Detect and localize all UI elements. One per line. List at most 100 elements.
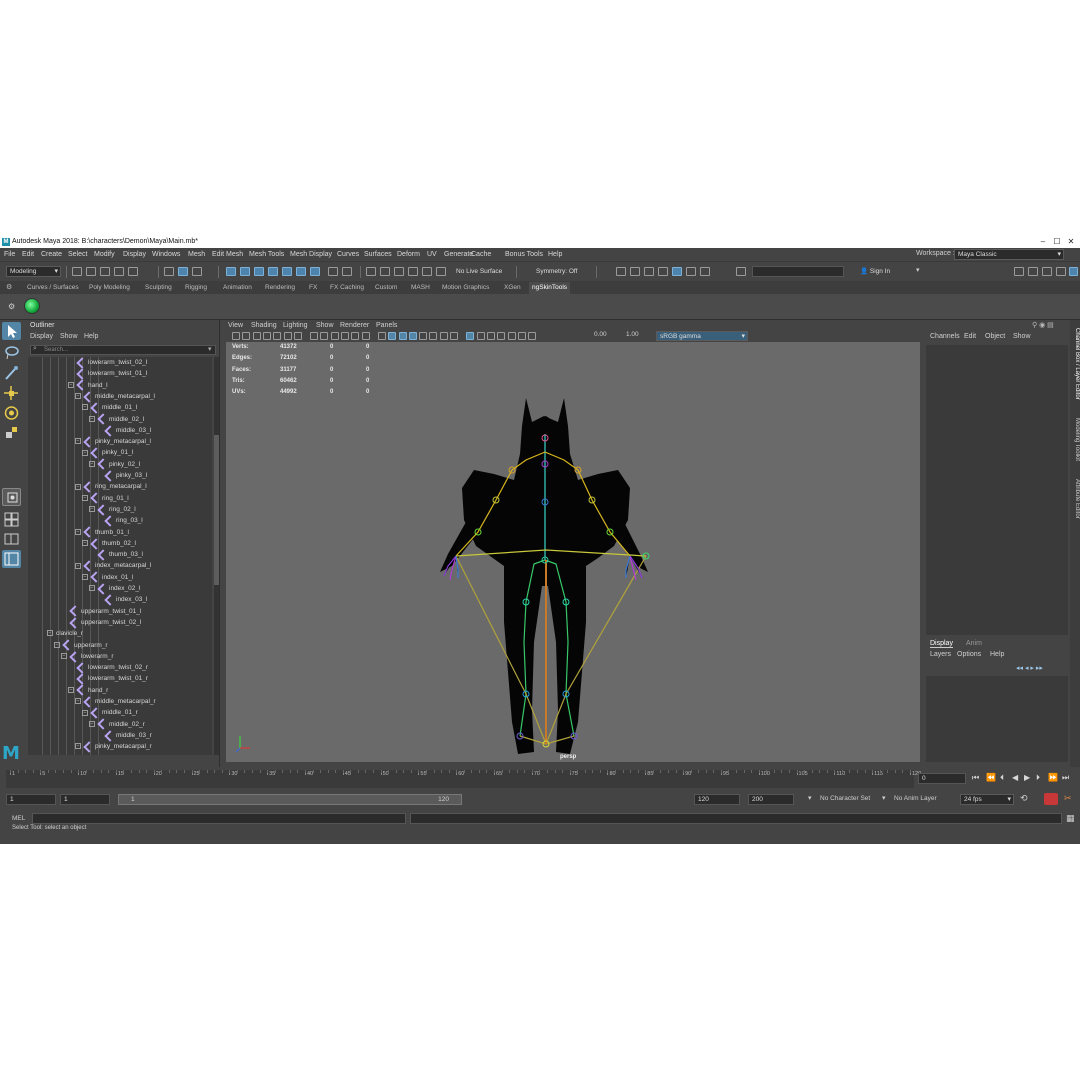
exposure-value[interactable]: 0.00 xyxy=(594,331,607,338)
outliner-row[interactable]: − middle_02_l xyxy=(89,414,144,425)
expand-toggle-icon[interactable]: − xyxy=(75,393,81,400)
tab-anim-layers[interactable]: Anim xyxy=(966,640,982,647)
outliner-row[interactable]: − pinky_metacarpal_r xyxy=(75,741,152,752)
hypershade-icon[interactable] xyxy=(436,267,446,276)
timeline-bar[interactable]: 1 5 10 15 20 25 30 35 40 45 50 55 60 65 70 75 80 85 90 95 10… xyxy=(6,770,921,788)
expand-toggle-icon[interactable]: − xyxy=(47,630,53,637)
expand-toggle-icon[interactable]: − xyxy=(75,698,81,705)
expand-toggle-icon[interactable]: − xyxy=(89,506,95,513)
menu-help[interactable]: Help xyxy=(548,248,562,261)
shelf-tab-curves-surfaces[interactable]: Curves / Surfaces xyxy=(24,282,82,294)
character-set-icon[interactable]: ▾ xyxy=(808,794,812,802)
shelf-tab-rendering[interactable]: Rendering xyxy=(262,282,298,294)
bookmark-icon[interactable] xyxy=(252,332,261,340)
channel-menu-object[interactable]: Object xyxy=(985,333,1005,340)
menu-file[interactable]: File xyxy=(4,248,15,261)
expand-toggle-icon[interactable]: − xyxy=(89,585,95,592)
image-plane-icon[interactable] xyxy=(262,332,271,340)
menu-mesh-tools[interactable]: Mesh Tools xyxy=(249,248,284,261)
move-tool-icon[interactable] xyxy=(2,384,21,402)
layout-split-icon[interactable] xyxy=(2,530,21,548)
shelf-tab-motion-graphics[interactable]: Motion Graphics xyxy=(439,282,492,294)
render-settings-icon[interactable] xyxy=(422,267,432,276)
anti-aliasing-icon[interactable] xyxy=(476,332,485,340)
close-button[interactable]: ✕ xyxy=(1064,236,1078,248)
layout-toggle-icon[interactable] xyxy=(1028,267,1038,276)
playback-start-field[interactable]: 1 xyxy=(60,794,110,805)
outliner-row[interactable]: −middle_03_l xyxy=(96,425,151,436)
outliner-row[interactable]: − clavicle_r xyxy=(47,628,83,639)
outliner-row[interactable]: − middle_01_l xyxy=(82,402,137,413)
render-frame-icon[interactable] xyxy=(394,267,404,276)
side-panel-icon[interactable] xyxy=(1069,267,1078,276)
tab-channel-box-layer-editor[interactable]: Channel Box / Layer Editor xyxy=(1070,324,1080,404)
expand-toggle-icon[interactable]: − xyxy=(75,743,81,750)
scale-tool-icon[interactable] xyxy=(2,424,21,442)
wireframe-icon[interactable] xyxy=(377,332,386,340)
redo-icon[interactable] xyxy=(128,267,138,276)
viewport-menu-lighting[interactable]: Lighting xyxy=(283,322,308,329)
textured-icon[interactable] xyxy=(419,332,428,340)
outliner-menu-help[interactable]: Help xyxy=(84,333,98,340)
outliner-row[interactable]: − upperarm_r xyxy=(54,640,108,651)
menu-set-dropdown[interactable]: Modeling xyxy=(6,266,61,277)
layers-menu-layers[interactable]: Layers xyxy=(930,651,951,658)
outliner-row[interactable]: − pinky_01_l xyxy=(82,447,133,458)
script-editor-icon[interactable]: ▦ xyxy=(1066,813,1075,824)
channel-box-body[interactable] xyxy=(926,345,1068,635)
select-objects-icon[interactable] xyxy=(178,267,188,276)
render-view-icon[interactable] xyxy=(380,267,390,276)
outliner-row[interactable]: −pinky_03_l xyxy=(96,470,147,481)
camera-icon[interactable] xyxy=(232,332,240,340)
viewport-menu-view[interactable]: View xyxy=(228,322,243,329)
menu-curves[interactable]: Curves xyxy=(337,248,359,261)
viewport-menu-shading[interactable]: Shading xyxy=(251,322,277,329)
shelf-menu-icon[interactable]: ⚙ xyxy=(8,302,15,311)
character-rig-figure[interactable] xyxy=(226,342,920,762)
viewport-menu-panels[interactable]: Panels xyxy=(376,322,397,329)
new-scene-icon[interactable] xyxy=(72,267,82,276)
step-back-key-icon[interactable]: ⏪ xyxy=(986,773,996,782)
outliner-row[interactable]: −middle_03_r xyxy=(96,730,152,741)
outliner-search-input[interactable]: Search... xyxy=(30,345,216,355)
expand-toggle-icon[interactable]: − xyxy=(54,641,60,648)
snap-grid-icon[interactable] xyxy=(226,267,236,276)
outliner-row[interactable]: − thumb_01_l xyxy=(75,527,129,538)
fps-dropdown[interactable]: 24 fps xyxy=(960,794,1014,805)
expand-toggle-icon[interactable]: − xyxy=(82,540,88,547)
shelf-tab-custom[interactable]: Custom xyxy=(372,282,400,294)
xray-components-icon[interactable] xyxy=(528,332,537,340)
motion-blur-icon[interactable] xyxy=(466,332,475,340)
default-material-icon[interactable] xyxy=(408,332,417,340)
2d-pan-icon[interactable] xyxy=(273,332,282,340)
gamma-value[interactable]: 1.00 xyxy=(626,331,639,338)
outliner-row[interactable]: − ring_02_l xyxy=(89,504,136,515)
outliner-row[interactable]: − index_02_l xyxy=(89,583,140,594)
step-forward-key-icon[interactable]: ⏩ xyxy=(1048,773,1058,782)
expand-toggle-icon[interactable]: − xyxy=(68,686,74,693)
last-tool-icon[interactable] xyxy=(2,488,21,506)
safe-title-icon[interactable] xyxy=(361,332,370,340)
xray-icon[interactable] xyxy=(507,332,516,340)
settings-icon[interactable] xyxy=(1014,267,1024,276)
channel-menu-show[interactable]: Show xyxy=(1013,333,1031,340)
channel-menu-channels[interactable]: Channels xyxy=(930,333,960,340)
shelf-tab-sculpting[interactable]: Sculpting xyxy=(142,282,175,294)
outliner-row[interactable]: −ring_03_l xyxy=(96,515,143,526)
snap-surface-icon[interactable] xyxy=(282,267,292,276)
expand-toggle-icon[interactable]: − xyxy=(61,653,67,660)
step-forward-frame-icon[interactable]: ⏵ xyxy=(1036,773,1040,783)
layout-icon[interactable] xyxy=(736,267,746,276)
command-input[interactable] xyxy=(32,813,406,824)
ipr-render-icon[interactable] xyxy=(408,267,418,276)
snap-curve-icon[interactable] xyxy=(240,267,250,276)
outliner-row[interactable]: −lowerarm_twist_01_l xyxy=(68,368,147,379)
step-back-frame-icon[interactable]: ⏴ xyxy=(1000,773,1004,783)
layer-buttons-icon[interactable]: ◂◂ ◂ ▸ ▸▸ xyxy=(1016,664,1043,672)
layout-toggle3-icon[interactable] xyxy=(1056,267,1066,276)
node-editor-icon[interactable] xyxy=(700,267,710,276)
ambient-occlusion-icon[interactable] xyxy=(450,332,458,340)
gate-mask-icon[interactable] xyxy=(330,332,339,340)
outliner-row[interactable]: − middle_02_r xyxy=(89,719,145,730)
resolution-gate-icon[interactable] xyxy=(320,332,329,340)
